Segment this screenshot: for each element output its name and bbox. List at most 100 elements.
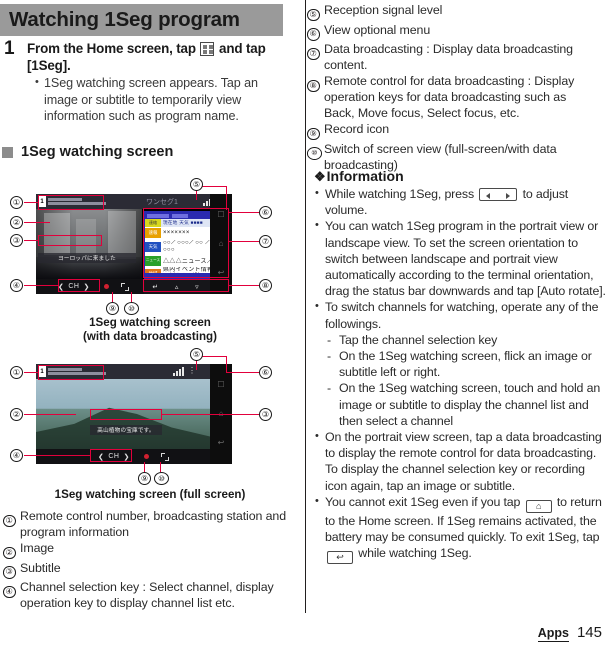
left-column: Watching 1Seg program 1 From the Home sc… [0,0,304,648]
legend-text: Reception signal level [324,3,443,17]
information-item: While watching 1Seg, press to adjust vol… [314,185,608,218]
information-item: To switch channels for watching, operate… [314,298,608,331]
legend-text: Subtitle [20,560,61,575]
legend-item: ⑤ Reception signal level [304,2,604,22]
legend-number: ⑥ [304,22,324,42]
home-key-icon: ⌂ [525,499,552,513]
leader-line [162,414,259,416]
page-title: Watching 1Seg program [9,7,240,31]
legend-item: ③ Subtitle [0,560,302,580]
legend-number: ⑩ [304,141,324,161]
legend-number: ② [0,540,20,560]
legend-number: ④ [0,579,20,599]
expand-screen-icon-2[interactable] [160,452,169,461]
legend-number: ⑧ [304,73,324,93]
step-1: 1 From the Home screen, tap and tap [1Se… [0,38,295,125]
expand-screen-icon-1[interactable] [120,282,129,291]
apps-grid-icon [200,42,215,56]
channel-label: CH [68,283,80,290]
figure-1-caption: 1Seg watching screen (with data broadcas… [0,316,300,343]
back-icon[interactable]: ↵ [152,283,158,291]
up-icon[interactable]: ▵ [175,283,179,291]
legend-text: Record icon [324,122,390,136]
remote-control-number-1: 1 [38,196,46,207]
information-title: ❖Information [314,168,608,185]
information-subitem: On the 1Seg watching screen, flick an im… [314,348,608,380]
legend-number: ① [0,508,20,528]
home-icon[interactable]: ⌂ [219,239,224,248]
legend-number: ③ [0,560,20,580]
callout-number-6b: ⑥ [259,366,272,379]
leader-line [24,222,50,224]
figure-2-caption: 1Seg watching screen (full screen) [0,488,300,502]
subsection-heading: 1Seg watching screen [2,144,173,160]
callout-number-6: ⑥ [259,206,272,219]
legend-number: ⑤ [304,2,324,22]
app-title-label-1: ワンセグ1 [146,199,178,206]
back-icon[interactable]: ↩ [218,439,225,447]
chevron-right-icon[interactable]: ❯ [124,453,130,461]
channel-selection-key-1[interactable]: ❮ CH ❯ [58,283,90,291]
leader-line [131,292,133,302]
step-heading: From the Home screen, tap and tap [1Seg]… [27,40,287,74]
leader-line [229,285,259,287]
chevron-right-icon[interactable]: ❯ [84,283,90,291]
callout-number-3: ③ [10,234,23,247]
page-footer: Apps 145 [537,624,602,642]
row-tag: 天気 [145,242,161,252]
information-subitem: Tap the channel selection key [314,332,608,348]
legend-text: Image [20,541,54,555]
callout-number-3b: ③ [259,408,272,421]
device-navigation-bar-1: ☐ ⌂ ↩ [210,194,232,294]
legend-item: ② Image [0,540,302,560]
callout-number-5b: ⑤ [190,348,203,361]
legend-item: ⑨ Record icon [304,121,604,141]
callout-number-1b: ① [10,366,23,379]
legend-text: View optional menu [324,22,431,37]
figure-2-caption-line1: 1Seg watching screen (full screen) [54,488,246,501]
figure-1-caption-line1: 1Seg watching screen [89,316,211,329]
video-image-1: ヨーロッパに来ました [36,209,142,279]
subtitle-2: 高山植物の宝庫です。 [90,425,162,435]
section-header-bar: Watching 1Seg program [0,4,283,36]
information-subitem: On the 1Seg watching screen, touch and h… [314,380,608,429]
recents-icon[interactable]: ☐ [217,210,224,219]
step-number: 1 [4,38,15,59]
step-heading-part1: From the Home screen, tap [27,41,196,56]
information-item: You can watch 1Seg program in the portra… [314,217,608,299]
subsection-heading-label: 1Seg watching screen [21,144,174,160]
device-illustration-1: 1 ワンセグ1 ⋮ [36,194,232,294]
callout-number-2: ② [10,216,23,229]
callout-number-10: ⑩ [124,302,139,315]
info-text: while watching 1Seg. [358,546,472,561]
record-dot-icon-1 [103,284,109,289]
callout-number-7: ⑦ [259,235,272,248]
legend-number: ⑦ [304,41,324,61]
chevron-left-icon[interactable]: ❮ [58,283,64,291]
square-bullet-icon [2,146,13,158]
back-icon[interactable]: ↩ [218,269,225,277]
callout-number-1: ① [10,196,23,209]
manual-page: Watching 1Seg program 1 From the Home sc… [0,0,608,648]
information-item: You cannot exit 1Seg even if you tap ⌂ t… [314,493,608,565]
legend-list-right: ⑤ Reception signal level ⑥ View optional… [304,2,604,173]
chevron-left-icon[interactable]: ❮ [98,453,104,461]
program-info-bar-2: 1 ⋮ [36,364,210,379]
down-icon[interactable]: ▿ [195,283,199,291]
station-program-text-1 [48,198,106,205]
recents-icon[interactable]: ☐ [217,380,224,389]
channel-label: CH [108,453,120,460]
footer-page-number: 145 [576,624,602,641]
leader-line [24,202,38,204]
leader-line [24,372,38,374]
channel-selection-key-2[interactable]: ❮ CH ❯ [98,453,130,461]
right-column: ⑤ Reception signal level ⑥ View optional… [304,0,608,648]
row-tag: ニュース [145,255,161,266]
leader-line [24,240,38,242]
footer-chapter-label: Apps [537,626,569,642]
figure-1seg-full-screen: 1 ⋮ 高山植物の宝庫です。 ❮ CH ❯ ☐ ↩ ① ② ③ ④ ⑤ ⑥ ⑨ … [0,348,304,506]
step-bullet: 1Seg watching screen appears. Tap an ima… [35,74,287,125]
signal-bars-icon-2 [173,367,184,376]
info-text: You cannot exit 1Seg even if you tap [325,494,521,509]
row-tag: 連絡 [145,219,161,227]
